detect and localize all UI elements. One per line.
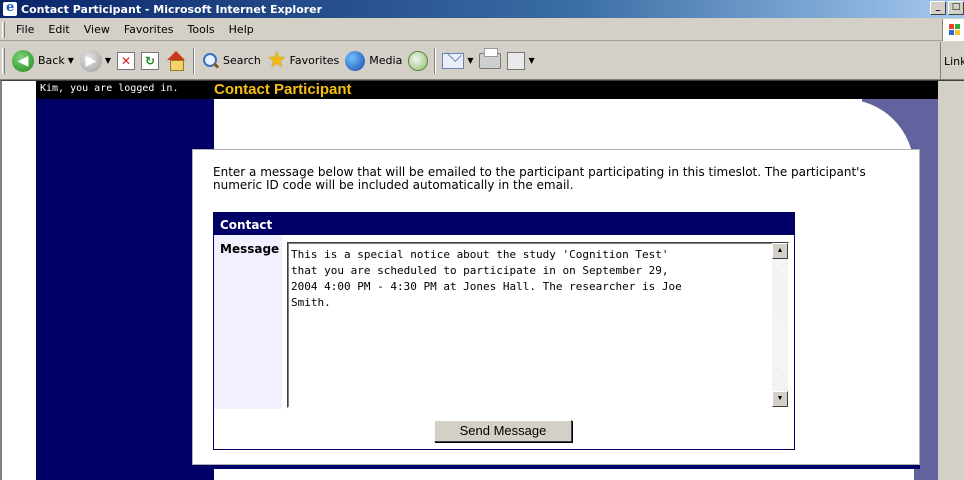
toolbar-separator bbox=[434, 47, 437, 74]
history-icon bbox=[408, 50, 429, 71]
window-titlebar: Contact Participant - Microsoft Internet… bbox=[0, 0, 964, 18]
send-message-button[interactable]: Send Message bbox=[434, 420, 572, 442]
menu-grip bbox=[2, 21, 5, 38]
home-button[interactable] bbox=[162, 47, 190, 75]
window-title: Contact Participant - Microsoft Internet… bbox=[21, 2, 323, 16]
print-button[interactable] bbox=[476, 47, 504, 75]
stop-button[interactable]: ✕ bbox=[114, 47, 138, 75]
edit-page-button[interactable]: ▼ bbox=[504, 47, 537, 75]
label-column bbox=[214, 235, 282, 409]
menu-bar: File Edit View Favorites Tools Help bbox=[0, 19, 964, 41]
home-icon bbox=[165, 50, 187, 71]
menu-help[interactable]: Help bbox=[222, 23, 261, 36]
message-label: Message bbox=[220, 242, 280, 256]
contact-table: Contact Message This is a special notice… bbox=[213, 212, 795, 450]
refresh-icon: ↻ bbox=[141, 51, 160, 70]
edit-icon bbox=[507, 51, 526, 70]
back-dropdown-icon[interactable]: ▼ bbox=[68, 56, 74, 65]
instructions-text: Enter a message below that will be email… bbox=[213, 165, 866, 192]
message-textarea[interactable]: This is a special notice about the study… bbox=[287, 242, 789, 408]
windows-logo-icon bbox=[942, 19, 964, 41]
edit-dropdown-icon[interactable]: ▼ bbox=[528, 56, 534, 65]
forward-dropdown-icon[interactable]: ▼ bbox=[105, 56, 111, 65]
refresh-button[interactable]: ↻ bbox=[138, 47, 162, 75]
toolbar-grip bbox=[2, 47, 5, 74]
forward-button[interactable]: ▶ ▼ bbox=[77, 47, 114, 75]
favorites-label: Favorites bbox=[289, 54, 340, 67]
menu-file[interactable]: File bbox=[9, 23, 41, 36]
back-arrow-icon: ◀ bbox=[12, 49, 34, 72]
contact-table-header: Contact bbox=[214, 213, 794, 235]
media-icon bbox=[345, 50, 366, 71]
message-text[interactable]: This is a special notice about the study… bbox=[291, 247, 771, 311]
page-right-gutter bbox=[938, 81, 964, 480]
back-label: Back bbox=[38, 54, 65, 67]
scroll-up-icon[interactable]: ▲ bbox=[772, 243, 788, 259]
minimize-button[interactable]: _ bbox=[930, 1, 946, 15]
standard-toolbar: ◀ Back ▼ ▶ ▼ ✕ ↻ Search ★ Favorites Medi… bbox=[0, 42, 964, 80]
favorites-button[interactable]: ★ Favorites bbox=[264, 47, 342, 75]
favorites-star-icon: ★ bbox=[266, 47, 287, 73]
page-viewport: Kim, you are logged in. Contact Particip… bbox=[0, 80, 964, 480]
search-label: Search bbox=[223, 54, 261, 67]
ie-icon bbox=[3, 0, 17, 16]
page-header-bar: Kim, you are logged in. Contact Particip… bbox=[36, 81, 938, 99]
links-button[interactable]: Link bbox=[940, 42, 964, 80]
page-title: Contact Participant bbox=[214, 81, 352, 98]
menu-favorites[interactable]: Favorites bbox=[117, 23, 181, 36]
search-button[interactable]: Search bbox=[198, 47, 264, 75]
left-sidebar-panel bbox=[36, 99, 214, 480]
mail-dropdown-icon[interactable]: ▼ bbox=[467, 56, 473, 65]
menu-edit[interactable]: Edit bbox=[41, 23, 76, 36]
message-scrollbar[interactable]: ▲ ▼ bbox=[772, 243, 788, 407]
scroll-down-icon[interactable]: ▼ bbox=[772, 391, 788, 407]
mail-icon bbox=[442, 52, 465, 69]
login-status: Kim, you are logged in. bbox=[40, 83, 179, 94]
stop-icon: ✕ bbox=[117, 51, 136, 70]
forward-arrow-icon: ▶ bbox=[79, 49, 102, 72]
print-icon bbox=[479, 47, 502, 69]
menu-tools[interactable]: Tools bbox=[181, 23, 222, 36]
toolbar-separator bbox=[193, 47, 196, 74]
history-button[interactable] bbox=[405, 47, 431, 75]
search-icon bbox=[201, 52, 219, 70]
maximize-button[interactable]: □ bbox=[948, 1, 964, 15]
window-controls: _ □ bbox=[930, 1, 964, 15]
contact-form-panel: Enter a message below that will be email… bbox=[192, 149, 920, 465]
back-button[interactable]: ◀ Back ▼ bbox=[9, 47, 77, 75]
mail-button[interactable]: ▼ bbox=[439, 47, 476, 75]
menu-view[interactable]: View bbox=[77, 23, 117, 36]
media-label: Media bbox=[369, 54, 403, 67]
media-button[interactable]: Media bbox=[342, 47, 405, 75]
